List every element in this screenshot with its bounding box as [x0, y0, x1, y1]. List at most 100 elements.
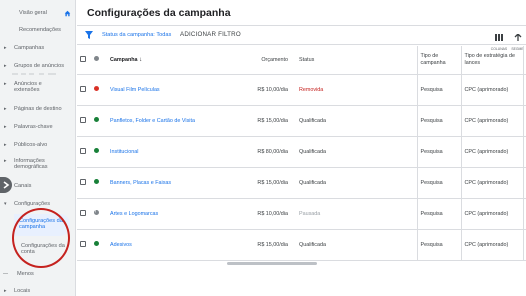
- status-dot-icon[interactable]: [91, 136, 107, 168]
- expand-arrow-icon: ▸: [4, 63, 7, 69]
- table-row[interactable]: Panfletos, Folder e Cartão de Visita R$ 1…: [77, 105, 526, 137]
- column-header-status[interactable]: Status: [296, 46, 417, 75]
- row-checkbox[interactable]: [77, 105, 91, 137]
- campaign-name-link[interactable]: Panfletos, Folder e Cartão de Visita: [107, 105, 227, 137]
- campaign-type-cell: Pesquisa: [416, 167, 461, 199]
- campaign-name-link[interactable]: Visual Film Películas: [107, 74, 227, 106]
- scribble-mark: [12, 73, 56, 75]
- table-row[interactable]: Visual Film PelículasR$ 10,00/diaRemovid…: [77, 74, 526, 106]
- row-checkbox[interactable]: [77, 198, 91, 230]
- budget-cell[interactable]: R$ 15,00/dia: [227, 167, 296, 199]
- table-row[interactable]: Artes e LogomarcasR$ 10,00/diaPausadaPes…: [77, 198, 526, 230]
- status-column-header: [91, 46, 107, 75]
- sidebar-item-locations[interactable]: ▸ Locais: [0, 288, 76, 294]
- column-header-budget[interactable]: Orçamento: [227, 46, 296, 75]
- column-header-bid-strategy[interactable]: Tipo de estratégia de lances: [460, 46, 523, 75]
- bid-strategy-cell[interactable]: CPC (aprimorado): [460, 167, 523, 199]
- horizontal-scrollbar[interactable]: [227, 262, 317, 265]
- campaign-type-cell: Pesquisa: [416, 229, 461, 261]
- sidebar-item-landing-pages[interactable]: ▸ Páginas de destino: [0, 106, 76, 112]
- status-dot-icon[interactable]: [91, 105, 107, 137]
- sidebar-item-label: Públicos-alvo: [14, 142, 48, 148]
- expand-arrow-icon: ▸: [4, 158, 7, 164]
- sidebar-item-demographics[interactable]: ▸ Informações demográficas: [0, 158, 76, 171]
- campaign-name-link[interactable]: Artes e Logomarcas: [107, 198, 227, 230]
- sidebar-toggle-button[interactable]: [0, 177, 12, 193]
- collapse-arrow-icon: ▾: [4, 201, 7, 207]
- expand-arrow-icon: ▸: [4, 81, 7, 87]
- campaign-type-cell: Pesquisa: [416, 198, 461, 230]
- minus-icon: —: [3, 271, 8, 277]
- sidebar-item-label: Páginas de destino: [14, 106, 62, 112]
- bid-strategy-cell[interactable]: CPC (aprimorado): [460, 136, 523, 168]
- table-header-row: Campanha ↓ Orçamento Status Tipo de camp…: [77, 46, 526, 75]
- sidebar-item-label: Informações demográficas: [14, 158, 48, 171]
- sidebar-item-label: Locais: [14, 288, 31, 294]
- main-content: Configurações da campanha Status da camp…: [77, 0, 526, 296]
- sidebar-item-label: Anúncios e extensões: [14, 81, 42, 94]
- sidebar-item-audiences[interactable]: ▸ Públicos-alvo: [0, 142, 76, 148]
- sidebar-item-label: Campanhas: [14, 45, 45, 51]
- campaign-name-link[interactable]: Adesivos: [107, 229, 227, 261]
- page-title: Configurações da campanha: [87, 7, 231, 19]
- sidebar: Visão geral Recomendações ▸ Campanhas ▸ …: [0, 0, 76, 296]
- sidebar-item-recommendations[interactable]: Recomendações: [0, 27, 76, 33]
- expand-arrow-icon: ▸: [4, 124, 7, 130]
- sidebar-item-label: Canais: [14, 183, 32, 189]
- campaign-type-cell: Pesquisa: [416, 105, 461, 137]
- status-filter-chip[interactable]: Status da campanha: Todas: [102, 32, 171, 38]
- filter-icon[interactable]: [85, 31, 93, 39]
- table-row[interactable]: Adesivos R$ 15,00/dia Qualificada Pesquisa C…: [77, 229, 526, 261]
- campaign-type-cell: Pesquisa: [416, 136, 461, 168]
- sidebar-item-label: Grupos de anúncios: [14, 63, 65, 69]
- campaign-name-link[interactable]: Banners, Placas e Faixas: [107, 167, 227, 199]
- budget-cell[interactable]: R$ 10,00/dia: [227, 198, 296, 230]
- row-checkbox[interactable]: [77, 167, 91, 199]
- filter-bar: Status da campanha: Todas ADICIONAR FILT…: [77, 25, 526, 51]
- select-all-checkbox[interactable]: [77, 46, 91, 75]
- status-cell: Pausada: [296, 198, 417, 230]
- column-header-campaign[interactable]: Campanha ↓: [107, 46, 227, 75]
- status-dot-icon[interactable]: [91, 229, 107, 261]
- chevron-right-icon: [3, 181, 10, 189]
- status-dot-icon[interactable]: [91, 74, 107, 106]
- sidebar-item-less[interactable]: — Menos: [0, 271, 76, 277]
- bid-strategy-cell[interactable]: CPC (aprimorado): [460, 229, 523, 261]
- add-filter-button[interactable]: ADICIONAR FILTRO: [180, 31, 241, 38]
- campaign-name-link[interactable]: Institucional: [107, 136, 227, 168]
- budget-cell[interactable]: R$ 15,00/dia: [227, 229, 296, 261]
- budget-cell[interactable]: R$ 10,00/dia: [227, 74, 296, 106]
- bid-strategy-cell[interactable]: CPC (aprimorado): [460, 198, 523, 230]
- sidebar-item-ads-extensions[interactable]: ▸ Anúncios e extensões: [0, 81, 76, 94]
- budget-cell[interactable]: R$ 80,00/dia: [227, 136, 296, 168]
- sidebar-item-campaigns[interactable]: ▸ Campanhas: [0, 45, 76, 51]
- sidebar-item-settings[interactable]: ▾ Configurações: [0, 201, 76, 207]
- sidebar-item-label: Menos: [17, 271, 34, 277]
- table-row[interactable]: Institucional R$ 80,00/dia Qualificada Pesq…: [77, 136, 526, 168]
- status-dot-icon[interactable]: [91, 167, 107, 199]
- status-dot-icon[interactable]: [91, 198, 107, 230]
- sidebar-item-label: Recomendações: [19, 27, 61, 33]
- sidebar-item-label: Palavras-chave: [14, 124, 53, 130]
- bid-strategy-cell[interactable]: CPC (aprimorado): [460, 105, 523, 137]
- columns-icon: [495, 34, 503, 41]
- sidebar-item-overview[interactable]: Visão geral: [0, 10, 76, 17]
- table-row[interactable]: Banners, Placas e Faixas R$ 15,00/dia Qual…: [77, 167, 526, 199]
- highlight-circle: [12, 208, 70, 268]
- sort-down-icon: ↓: [139, 56, 143, 63]
- column-header-campaign-type[interactable]: Tipo de campanha: [416, 46, 461, 75]
- budget-cell[interactable]: R$ 15,00/dia: [227, 105, 296, 137]
- status-cell: Qualificada: [296, 229, 417, 261]
- expand-arrow-icon: ▸: [4, 142, 7, 148]
- status-cell: Removida: [296, 74, 417, 106]
- row-checkbox[interactable]: [77, 229, 91, 261]
- sidebar-item-keywords[interactable]: ▸ Palavras-chave: [0, 124, 76, 130]
- row-checkbox[interactable]: [77, 74, 91, 106]
- sidebar-item-ad-groups[interactable]: ▸ Grupos de anúncios: [0, 63, 76, 69]
- bid-strategy-cell[interactable]: CPC (aprimorado): [460, 74, 523, 106]
- status-cell: Qualificada: [296, 136, 417, 168]
- status-cell: Qualificada: [296, 105, 417, 137]
- row-checkbox[interactable]: [77, 136, 91, 168]
- segment-icon: [514, 33, 521, 41]
- expand-arrow-icon: ▸: [4, 288, 7, 294]
